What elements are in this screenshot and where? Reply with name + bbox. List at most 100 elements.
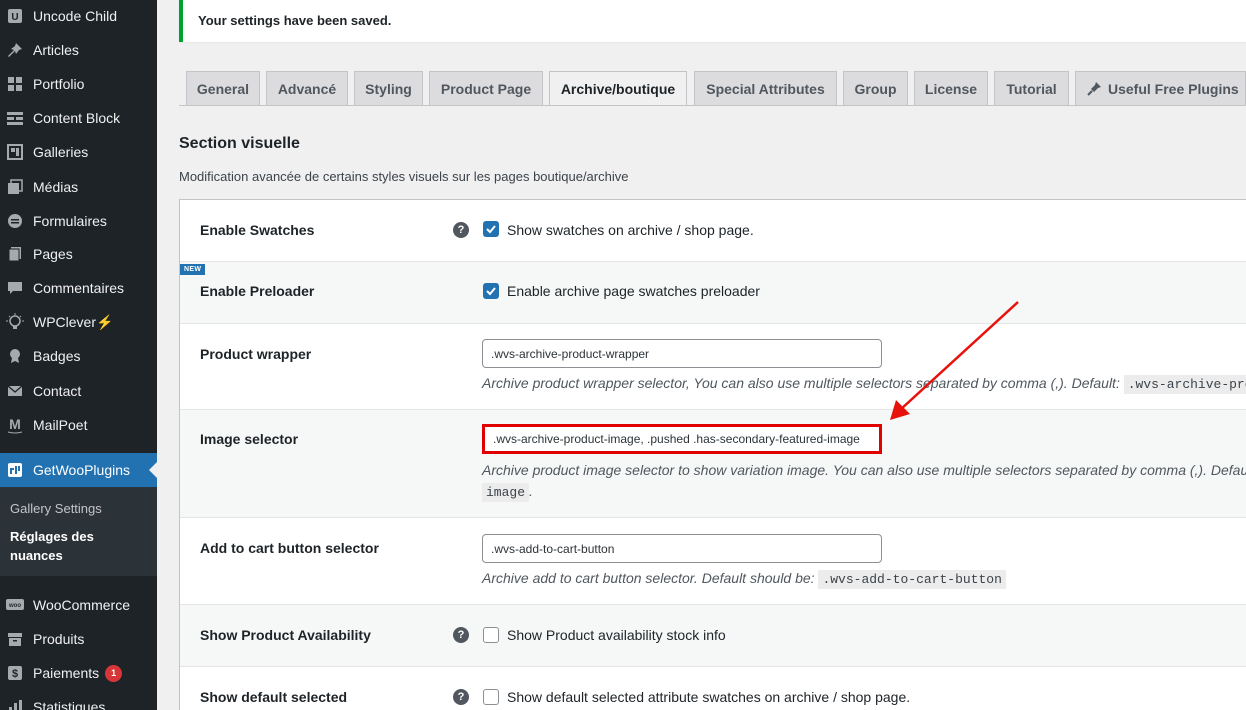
sidebar-item-commentaires[interactable]: Commentaires bbox=[0, 271, 157, 305]
submenu-gallery-settings[interactable]: Gallery Settings bbox=[10, 499, 102, 518]
sidebar-item-paiements[interactable]: $ Paiements 1 bbox=[0, 656, 157, 690]
sidebar-item-label: MailPoet bbox=[33, 417, 88, 433]
description-period: . bbox=[529, 483, 533, 499]
row-show-default-selected: Show default selected ? Show default sel… bbox=[180, 667, 1246, 710]
checkmark-icon bbox=[486, 225, 496, 234]
tab-product-page[interactable]: Product Page bbox=[429, 71, 543, 105]
sidebar-item-statistiques[interactable]: Statistiques bbox=[0, 690, 157, 710]
tab-tutorial[interactable]: Tutorial bbox=[994, 71, 1069, 105]
checkbox-label: Show swatches on archive / shop page. bbox=[507, 222, 754, 238]
lightbulb-icon bbox=[5, 312, 25, 332]
media-icon bbox=[5, 177, 25, 197]
tab-special-attributes[interactable]: Special Attributes bbox=[694, 71, 837, 105]
sidebar-item-medias[interactable]: Médias bbox=[0, 170, 157, 204]
product-wrapper-input[interactable] bbox=[482, 339, 882, 368]
enable-preloader-checkbox[interactable] bbox=[483, 283, 499, 299]
svg-text:M: M bbox=[9, 416, 21, 432]
field-label: Image selector bbox=[200, 431, 299, 447]
sidebar-submenu: Gallery Settings Réglages des nuances bbox=[0, 487, 157, 576]
row-enable-preloader: NEW Enable Preloader Enable archive page… bbox=[180, 262, 1246, 324]
notice-text: Your settings have been saved. bbox=[198, 13, 392, 28]
sidebar-item-label: Statistiques bbox=[33, 699, 106, 710]
comment-icon bbox=[5, 278, 25, 298]
sidebar-item-label: Paiements bbox=[33, 665, 100, 681]
woocommerce-icon: woo bbox=[5, 595, 25, 615]
grid-icon bbox=[5, 74, 25, 94]
row-image-selector: Image selector Archive product image sel… bbox=[180, 410, 1246, 518]
section-description: Modification avancée de certains styles … bbox=[179, 169, 629, 184]
svg-text:$: $ bbox=[12, 668, 18, 680]
show-availability-checkbox[interactable] bbox=[483, 627, 499, 643]
sidebar-item-label: Contact bbox=[33, 383, 82, 399]
uncode-icon: U bbox=[5, 6, 25, 26]
sidebar-item-label: Médias bbox=[33, 179, 79, 195]
enable-swatches-checkbox[interactable] bbox=[483, 221, 499, 237]
tab-styling[interactable]: Styling bbox=[354, 71, 423, 105]
sidebar-item-label: GetWooPlugins bbox=[33, 462, 131, 478]
submenu-reglages-des-nuances-cont[interactable]: nuances bbox=[10, 546, 63, 565]
sidebar-item-mailpoet[interactable]: M MailPoet bbox=[0, 408, 157, 442]
field-label: Show default selected bbox=[200, 689, 348, 705]
sidebar-item-badges[interactable]: Badges bbox=[0, 339, 157, 373]
sidebar-item-wpclever[interactable]: WPClever⚡ bbox=[0, 305, 157, 339]
row-show-product-availability: Show Product Availability ? Show Product… bbox=[180, 605, 1246, 667]
tab-group[interactable]: Group bbox=[843, 71, 908, 105]
tab-archive-boutique[interactable]: Archive/boutique bbox=[549, 71, 687, 106]
sidebar-item-label: Articles bbox=[33, 42, 79, 58]
description-text: Archive add to cart button selector. Def… bbox=[482, 570, 815, 586]
payment-icon: $ bbox=[5, 663, 25, 683]
field-label: Add to cart button selector bbox=[200, 540, 379, 556]
tab-general[interactable]: General bbox=[186, 71, 260, 105]
sidebar-item-woocommerce[interactable]: woo WooCommerce bbox=[0, 588, 157, 622]
payments-count-badge: 1 bbox=[105, 664, 123, 682]
sidebar-item-contact[interactable]: Contact bbox=[0, 374, 157, 408]
sidebar-item-pages[interactable]: Pages bbox=[0, 237, 157, 271]
mailpoet-icon: M bbox=[5, 415, 25, 435]
image-selector-input[interactable] bbox=[482, 424, 882, 454]
tab-license[interactable]: License bbox=[914, 71, 988, 105]
default-value-code: .wvs-add-to-cart-button bbox=[818, 570, 1006, 589]
submenu-reglages-des-nuances[interactable]: Réglages des bbox=[10, 527, 94, 546]
section-title: Section visuelle bbox=[179, 135, 300, 152]
default-value-code: .wvs-archive-product-wrapper bbox=[1123, 375, 1246, 394]
checkbox-label: Show default selected attribute swatches… bbox=[507, 689, 911, 705]
row-enable-swatches: Enable Swatches ? Show swatches on archi… bbox=[180, 200, 1246, 262]
tab-useful-free-plugins[interactable]: Useful Free Plugins bbox=[1075, 71, 1246, 105]
show-default-selected-checkbox[interactable] bbox=[483, 689, 499, 705]
sidebar-item-label: Badges bbox=[33, 348, 81, 364]
gallery-icon bbox=[5, 142, 25, 162]
sidebar-item-label: Content Block bbox=[33, 110, 121, 126]
sidebar-item-getwooplugins[interactable]: GetWooPlugins bbox=[0, 453, 157, 487]
field-description: Archive product image selector to show v… bbox=[482, 462, 1246, 478]
sidebar-item-produits[interactable]: Produits bbox=[0, 622, 157, 656]
sidebar-item-content-block[interactable]: Content Block bbox=[0, 101, 157, 135]
sidebar-item-portfolio[interactable]: Portfolio bbox=[0, 67, 157, 101]
pin-icon bbox=[5, 40, 25, 60]
new-badge: NEW bbox=[180, 264, 206, 275]
sidebar-item-label: Commentaires bbox=[33, 280, 125, 296]
tab-advance[interactable]: Advancé bbox=[266, 71, 348, 105]
sidebar-item-formulaires[interactable]: Formulaires bbox=[0, 204, 157, 238]
box-icon bbox=[5, 629, 25, 649]
plug-icon bbox=[1086, 81, 1102, 97]
plugin-icon bbox=[5, 460, 25, 480]
settings-saved-notice: Your settings have been saved. bbox=[179, 0, 1246, 42]
sidebar-item-label: WooCommerce bbox=[33, 597, 130, 613]
help-icon[interactable]: ? bbox=[453, 689, 469, 705]
field-label: Enable Preloader bbox=[200, 283, 315, 299]
sidebar-item-uncode-child[interactable]: U Uncode Child bbox=[0, 0, 157, 33]
row-add-to-cart-selector: Add to cart button selector Archive add … bbox=[180, 518, 1246, 605]
page-icon bbox=[5, 244, 25, 264]
sidebar-item-galleries[interactable]: Galleries bbox=[0, 135, 157, 169]
sidebar-item-label: Uncode Child bbox=[33, 8, 118, 24]
sidebar-item-articles[interactable]: Articles bbox=[0, 33, 157, 67]
sidebar-item-label: WPClever⚡ bbox=[33, 313, 114, 330]
badge-icon bbox=[5, 346, 25, 366]
current-menu-arrow bbox=[149, 462, 157, 478]
tab-divider bbox=[179, 105, 1246, 106]
field-label: Enable Swatches bbox=[200, 222, 315, 238]
help-icon[interactable]: ? bbox=[453, 627, 469, 643]
help-icon[interactable]: ? bbox=[453, 222, 469, 238]
field-label: Show Product Availability bbox=[200, 627, 371, 643]
add-to-cart-selector-input[interactable] bbox=[482, 534, 882, 563]
